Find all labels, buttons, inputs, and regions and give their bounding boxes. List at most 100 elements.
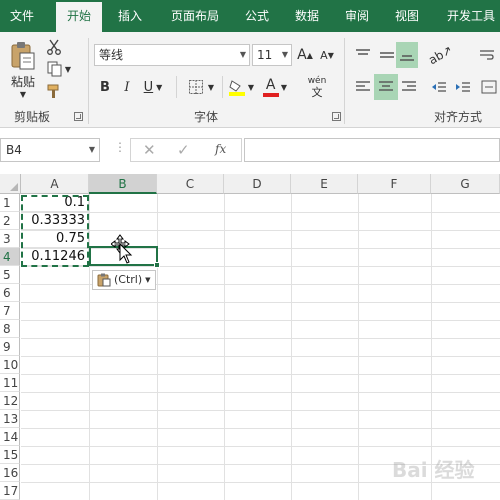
tab-formulas[interactable]: 公式 [234, 0, 280, 32]
row-header[interactable]: 13 [0, 410, 20, 428]
row-header[interactable]: 17 [0, 482, 20, 500]
shrink-font-button[interactable]: A ▼ [318, 44, 336, 66]
cell-a1[interactable]: 0.1 [21, 194, 89, 212]
select-all-corner[interactable] [0, 174, 21, 194]
middle-align-button[interactable] [376, 44, 398, 66]
tab-data[interactable]: 数据 [284, 0, 330, 32]
font-launcher-icon[interactable] [332, 112, 341, 121]
merge-center-button[interactable] [478, 76, 500, 98]
wrap-text-button[interactable] [476, 44, 498, 66]
column-header-d[interactable]: D [224, 174, 291, 194]
row-header[interactable]: 1 [0, 194, 20, 212]
column-header-b[interactable]: B [89, 174, 157, 194]
copy-dropdown-icon: ▼ [64, 64, 72, 74]
font-color-button[interactable]: A ▼ [260, 76, 290, 98]
font-color-swatch [262, 93, 279, 97]
column-header-a[interactable]: A [21, 174, 89, 194]
font-size-value: 11 [257, 48, 273, 62]
chevron-down-icon: ▼ [280, 82, 288, 92]
fill-handle[interactable] [154, 262, 160, 268]
chevron-down-icon: ▼ [247, 82, 255, 92]
phonetic-guide-button[interactable]: wén 文 [302, 74, 332, 100]
decrease-indent-button[interactable] [428, 76, 450, 98]
align-top-icon [356, 49, 370, 55]
paste-options-button[interactable]: (Ctrl) ▼ [92, 270, 156, 290]
row-header[interactable]: 16 [0, 464, 20, 482]
scissors-icon [47, 39, 61, 55]
paste-options-label: (Ctrl) [114, 273, 143, 286]
font-size-select[interactable]: 11 ▼ [252, 44, 292, 66]
row-header[interactable]: 4 [0, 248, 20, 266]
formula-input[interactable] [244, 138, 500, 162]
orientation-button[interactable]: ab↗ [426, 43, 456, 68]
font-name-select[interactable]: 等线 ▼ [94, 44, 250, 66]
chevron-down-icon: ▼ [239, 50, 246, 59]
increase-indent-button[interactable] [452, 76, 474, 98]
tab-file[interactable]: 文件 [0, 0, 44, 32]
clipboard-launcher-icon[interactable] [74, 112, 83, 121]
tab-home[interactable]: 开始 [56, 2, 102, 32]
formula-buttons: ✕ ✓ fx [130, 138, 242, 162]
row-header[interactable]: 6 [0, 284, 20, 302]
cancel-icon[interactable]: ✕ [143, 141, 156, 159]
row-header[interactable]: 14 [0, 428, 20, 446]
row-header[interactable]: 9 [0, 338, 20, 356]
format-painter-button[interactable] [44, 82, 64, 100]
move-cursor-icon [111, 234, 133, 264]
separator [344, 38, 345, 124]
tab-view[interactable]: 视图 [384, 0, 430, 32]
name-box[interactable]: B4 ▼ [0, 138, 100, 162]
font-group-label: 字体 [194, 110, 219, 124]
row-header[interactable]: 11 [0, 374, 20, 392]
cell-a3[interactable]: 0.75 [21, 230, 89, 248]
paste-dropdown-icon: ▼ [19, 90, 27, 99]
pinyin-sub-icon: 文 [311, 86, 323, 99]
align-center-button[interactable] [374, 74, 398, 100]
more-options-icon[interactable]: ⋮ [114, 140, 126, 154]
column-header-c[interactable]: C [157, 174, 224, 194]
tab-page-layout[interactable]: 页面布局 [160, 0, 230, 32]
row-header[interactable]: 2 [0, 212, 20, 230]
cut-button[interactable] [44, 38, 64, 56]
tab-review[interactable]: 审阅 [334, 0, 380, 32]
paste-button[interactable]: 粘贴 ▼ [6, 38, 40, 102]
tab-developer[interactable]: 开发工具 [438, 0, 500, 32]
align-left-icon [356, 81, 370, 91]
shrink-font-icon: A [320, 48, 328, 62]
column-header-f[interactable]: F [358, 174, 431, 194]
chevron-down-icon: ▼ [145, 276, 151, 284]
ribbon-home: 粘贴 ▼ ▼ 剪贴板 等线 ▼ 11 ▼ A ▲ A ▼ B I U ▼ ▼ ▼… [0, 32, 500, 128]
grow-font-button[interactable]: A ▲ [296, 44, 314, 66]
italic-icon: I [124, 79, 130, 95]
row-header[interactable]: 8 [0, 320, 20, 338]
italic-button[interactable]: I [118, 76, 136, 98]
format-painter-icon [47, 84, 59, 98]
top-align-button[interactable] [352, 44, 374, 66]
tab-insert[interactable]: 插入 [107, 0, 153, 32]
insert-function-icon[interactable]: fx [215, 142, 226, 156]
align-left-button[interactable] [352, 76, 374, 98]
borders-button[interactable]: ▼ [184, 76, 218, 98]
font-name-value: 等线 [99, 48, 124, 62]
column-header-g[interactable]: G [431, 174, 500, 194]
align-center-icon [379, 81, 393, 91]
enter-icon[interactable]: ✓ [177, 141, 190, 159]
copy-button[interactable]: ▼ [44, 60, 74, 78]
fill-color-button[interactable]: ▼ [226, 76, 256, 98]
column-header-e[interactable]: E [291, 174, 358, 194]
row-header[interactable]: 7 [0, 302, 20, 320]
separator [222, 76, 223, 98]
row-header[interactable]: 5 [0, 266, 20, 284]
bottom-align-button[interactable] [396, 42, 418, 68]
chevron-down-icon: ▼ [207, 82, 215, 92]
bold-icon: B [100, 79, 110, 95]
bold-button[interactable]: B [96, 76, 114, 98]
align-right-button[interactable] [398, 76, 420, 98]
row-header[interactable]: 3 [0, 230, 20, 248]
underline-button[interactable]: U ▼ [140, 76, 166, 98]
cell-a2[interactable]: 0.33333 [21, 212, 89, 230]
row-header[interactable]: 10 [0, 356, 20, 374]
row-header[interactable]: 15 [0, 446, 20, 464]
cell-a4[interactable]: 0.11246 [21, 248, 89, 266]
row-header[interactable]: 12 [0, 392, 20, 410]
